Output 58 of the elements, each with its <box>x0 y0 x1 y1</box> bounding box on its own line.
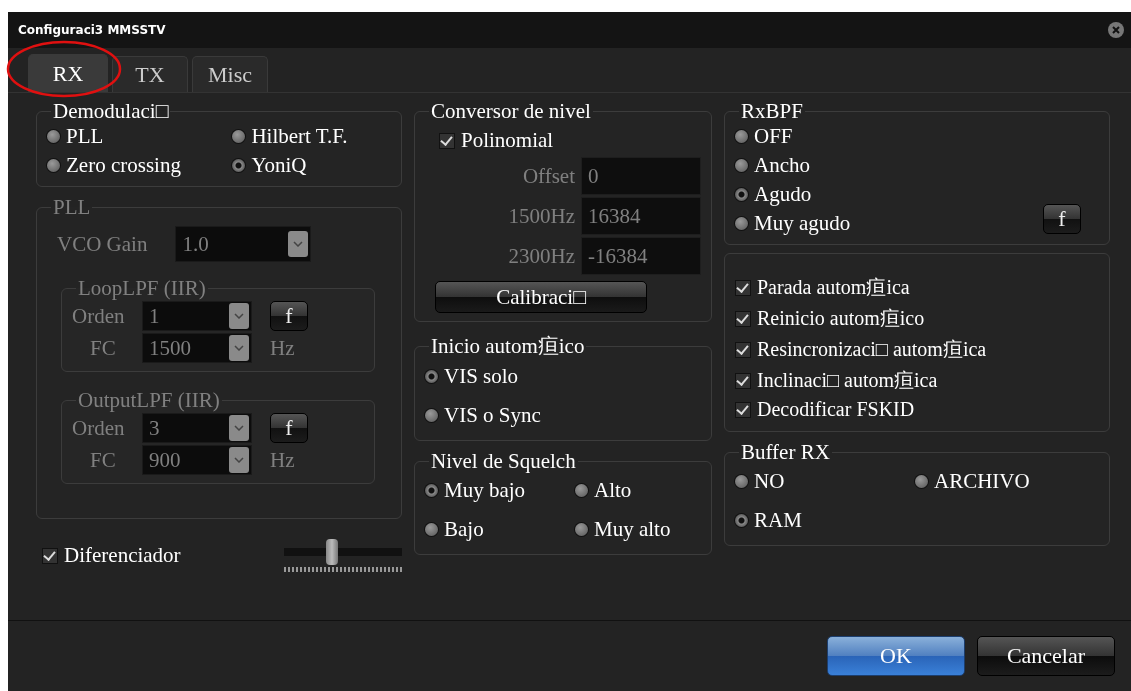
caret-icon <box>288 231 309 257</box>
radio-option[interactable]: Muy agudo <box>735 211 851 236</box>
group-title: LoopLPF (IIR) <box>77 276 207 301</box>
field-label: 2300Hz <box>508 243 575 269</box>
unit-label: Hz <box>270 335 295 361</box>
checkbox-option[interactable]: Resincronizaci□ autom疸ica <box>735 336 987 363</box>
unit-label: Hz <box>270 447 295 473</box>
group-title: RxBPF <box>740 99 804 124</box>
checkbox-option[interactable]: Reinicio autom疸ico <box>735 305 925 332</box>
field-label: FC <box>89 335 117 361</box>
caret-icon <box>229 335 249 361</box>
field-label: Orden <box>72 415 126 441</box>
close-icon[interactable] <box>1107 21 1125 39</box>
radio-option[interactable]: Muy alto <box>575 517 671 542</box>
filter-button[interactable]: f <box>1043 204 1081 234</box>
caret-icon <box>229 415 249 441</box>
checkbox-option[interactable]: Polinomial <box>439 128 554 153</box>
group-title: Inicio autom疸ico <box>430 333 586 360</box>
radio-option[interactable]: PLL <box>47 124 104 149</box>
checkbox-option[interactable]: Decodificar FSKID <box>735 398 915 421</box>
radio-option[interactable]: ARCHIVO <box>915 469 1030 494</box>
dialog-button[interactable]: OK <box>827 636 965 676</box>
caret-icon <box>229 447 249 473</box>
calibrate-button[interactable]: Calibraci□ <box>435 281 647 313</box>
group-title: Buffer RX <box>740 440 831 465</box>
radio-option[interactable]: OFF <box>735 124 793 149</box>
tab[interactable]: RX <box>28 54 108 92</box>
tab[interactable]: TX <box>112 56 188 92</box>
field-label: 1500Hz <box>508 203 575 229</box>
caret-icon <box>229 303 249 329</box>
radio-option[interactable]: VIS o Sync <box>425 403 541 428</box>
radio-option[interactable]: Bajo <box>425 517 484 542</box>
radio-option[interactable]: RAM <box>735 508 802 533</box>
radio-option[interactable]: NO <box>735 469 785 494</box>
group-title: PLL <box>52 195 92 220</box>
radio-option[interactable]: VIS solo <box>425 364 519 389</box>
checkbox-option[interactable]: Parada autom疸ica <box>735 274 910 301</box>
group-title: Nivel de Squelch <box>430 449 577 474</box>
radio-option[interactable]: Agudo <box>735 182 812 207</box>
radio-option[interactable]: Alto <box>575 478 632 503</box>
radio-option[interactable]: YoniQ <box>232 153 307 178</box>
field-label: FC <box>89 447 117 473</box>
checkbox-option[interactable]: Inclinaci□ autom疸ica <box>735 367 938 394</box>
field-label: VCO Gain <box>57 231 148 257</box>
field-label: Offset <box>522 163 575 189</box>
radio-option[interactable]: Zero crossing <box>47 153 181 178</box>
group-title: OutputLPF (IIR) <box>77 388 221 413</box>
radio-option[interactable]: Muy bajo <box>425 478 526 503</box>
radio-option[interactable]: Hilbert T.F. <box>232 124 348 149</box>
slider-thumb[interactable] <box>326 539 339 565</box>
field-label: Orden <box>72 303 126 329</box>
group-title: Conversor de nivel <box>430 99 592 124</box>
window-title: Configuraci3 MMSSTV <box>18 23 167 37</box>
dialog-button[interactable]: Cancelar <box>977 636 1115 676</box>
group-title: Demodulaci□ <box>52 99 170 124</box>
radio-option[interactable]: Ancho <box>735 153 810 178</box>
checkbox-option[interactable]: Diferenciador <box>42 543 181 568</box>
tab[interactable]: Misc <box>192 56 268 92</box>
